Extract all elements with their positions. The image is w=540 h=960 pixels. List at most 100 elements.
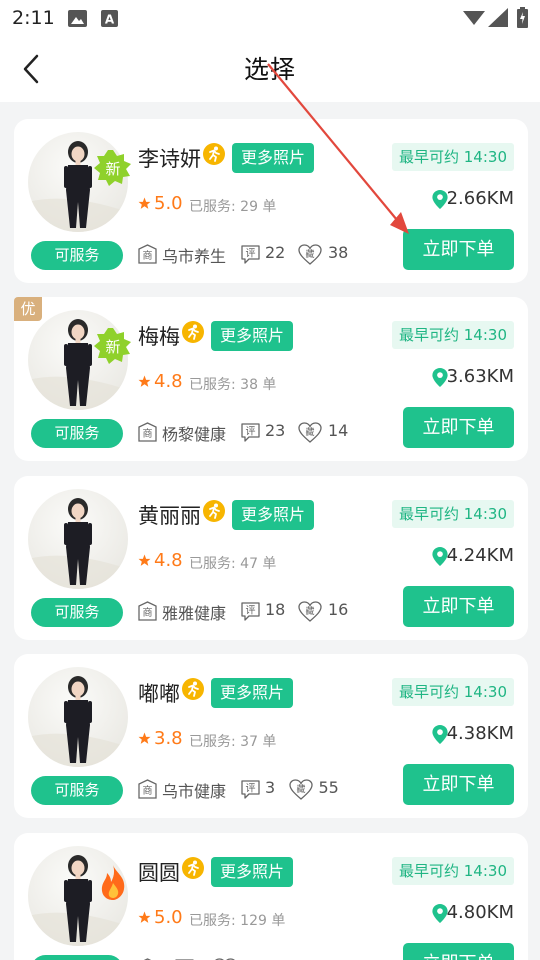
svg-text:藏: 藏 <box>305 426 314 438</box>
more-photos-button[interactable]: 更多照片 <box>232 143 315 173</box>
served-count: 已服务: 129 单 <box>189 913 286 929</box>
therapist-card[interactable]: 新 李诗妍 更多照片 5.0 已服务: 29 单 最早可约 14:30 2.66… <box>14 119 528 283</box>
hot-flame-icon <box>101 865 125 900</box>
more-photos-button[interactable]: 更多照片 <box>211 321 294 351</box>
distance-value: 2.66KM <box>446 188 514 209</box>
therapist-name: 嘟嘟 <box>138 682 180 706</box>
review-count: 18 <box>265 600 286 619</box>
order-now-button[interactable]: 立即下单 <box>403 229 514 270</box>
person-photo-icon <box>28 498 128 589</box>
review-icon: 评 <box>241 245 260 264</box>
therapist-card[interactable]: 新 优 梅梅 更多照片 4.8 已服务: 38 单 最早可约 14:30 3.6… <box>14 297 528 461</box>
available-status: 可服务 <box>31 241 123 270</box>
served-count: 已服务: 38 单 <box>189 377 277 393</box>
available-status: 可服务 <box>31 955 123 960</box>
served-count: 已服务: 47 单 <box>189 556 277 572</box>
collect-count: 16 <box>328 600 349 619</box>
running-icon <box>182 321 204 343</box>
wifi-icon <box>463 11 485 25</box>
svg-text:藏: 藏 <box>305 248 314 260</box>
star-icon <box>138 197 151 209</box>
font-a-icon: A <box>101 10 118 27</box>
distance-value: 3.63KM <box>446 366 514 387</box>
rating-value: 5.0 <box>154 907 183 928</box>
svg-text:评: 评 <box>246 248 256 260</box>
earliest-time-tag: 最早可约 14:30 <box>392 857 514 885</box>
review-count: 23 <box>265 421 286 440</box>
running-icon <box>182 857 204 879</box>
collect-count: 38 <box>328 243 349 262</box>
therapist-name: 黄丽丽 <box>138 504 201 528</box>
svg-text:评: 评 <box>246 426 256 438</box>
star-icon <box>138 375 151 387</box>
signal-icon <box>488 8 508 27</box>
earliest-time-tag: 最早可约 14:30 <box>392 143 514 171</box>
order-now-button[interactable]: 立即下单 <box>403 764 514 805</box>
distance-value: 4.24KM <box>446 545 514 566</box>
shop-icon: 商 <box>138 779 157 799</box>
shop-icon: 商 <box>138 244 157 264</box>
svg-text:藏: 藏 <box>305 605 314 617</box>
new-badge-icon: 新 <box>94 150 131 186</box>
star-icon <box>138 732 151 744</box>
available-status: 可服务 <box>31 598 123 627</box>
svg-text:商: 商 <box>143 784 153 797</box>
more-photos-button[interactable]: 更多照片 <box>211 857 294 887</box>
svg-text:商: 商 <box>143 606 153 619</box>
rating-value: 4.8 <box>154 371 183 392</box>
running-icon <box>203 500 225 522</box>
order-now-button[interactable]: 立即下单 <box>403 407 514 448</box>
page-title: 选择 <box>243 55 296 84</box>
opt-tag: 优 <box>14 297 42 321</box>
star-icon <box>138 911 151 923</box>
more-photos-button[interactable]: 更多照片 <box>232 500 315 530</box>
therapist-name: 李诗妍 <box>138 147 201 171</box>
distance-value: 4.80KM <box>446 902 514 923</box>
review-count: 3 <box>265 778 276 797</box>
badge-label: 新 <box>105 338 120 356</box>
running-icon <box>182 678 204 700</box>
collect-count: 14 <box>328 421 349 440</box>
shop-name: 乌市养生 <box>162 247 227 266</box>
svg-text:评: 评 <box>246 605 256 617</box>
review-icon: 评 <box>241 780 260 799</box>
review-icon: 评 <box>241 423 260 442</box>
shop-name: 杨黎健康 <box>162 425 227 444</box>
earliest-time-tag: 最早可约 14:30 <box>392 321 514 349</box>
collect-count: 55 <box>318 778 339 797</box>
gallery-icon <box>68 10 87 27</box>
svg-text:评: 评 <box>246 783 256 795</box>
therapist-card[interactable]: 嘟嘟 更多照片 3.8 已服务: 37 单 最早可约 14:30 4.38KM … <box>14 654 528 818</box>
person-photo-icon <box>28 676 128 767</box>
therapist-card[interactable]: 黄丽丽 更多照片 4.8 已服务: 47 单 最早可约 14:30 4.24KM… <box>14 476 528 640</box>
shop-icon: 商 <box>138 601 157 621</box>
review-icon: 评 <box>241 602 260 621</box>
therapist-card[interactable]: 圆圆 更多照片 5.0 已服务: 129 单 最早可约 14:30 4.80KM… <box>14 833 528 960</box>
avatar <box>28 489 128 589</box>
order-now-button[interactable]: 立即下单 <box>403 586 514 627</box>
running-icon <box>203 143 225 165</box>
served-count: 已服务: 29 单 <box>189 199 277 215</box>
svg-text:商: 商 <box>143 427 153 440</box>
earliest-time-tag: 最早可约 14:30 <box>392 500 514 528</box>
shop-name: 雅雅健康 <box>162 604 227 623</box>
svg-text:商: 商 <box>143 249 153 262</box>
badge-label: 新 <box>105 160 120 178</box>
therapist-name: 梅梅 <box>138 325 180 349</box>
heart-collect-icon: 藏 <box>298 422 322 443</box>
avatar <box>28 667 128 767</box>
title-bar: 选择 <box>0 36 540 102</box>
rating-value: 4.8 <box>154 550 183 571</box>
available-status: 可服务 <box>31 419 123 448</box>
status-bar: 2:11 A <box>0 0 540 36</box>
heart-collect-icon: 藏 <box>298 601 322 622</box>
therapist-name: 圆圆 <box>138 861 180 885</box>
new-badge-icon: 新 <box>94 328 131 364</box>
more-photos-button[interactable]: 更多照片 <box>211 678 294 708</box>
review-count: 22 <box>265 243 286 262</box>
shop-name: 乌市健康 <box>162 782 227 801</box>
rating-value: 3.8 <box>154 728 183 749</box>
order-now-button[interactable]: 立即下单 <box>403 943 514 960</box>
status-time: 2:11 <box>12 7 55 29</box>
battery-icon <box>517 7 528 28</box>
